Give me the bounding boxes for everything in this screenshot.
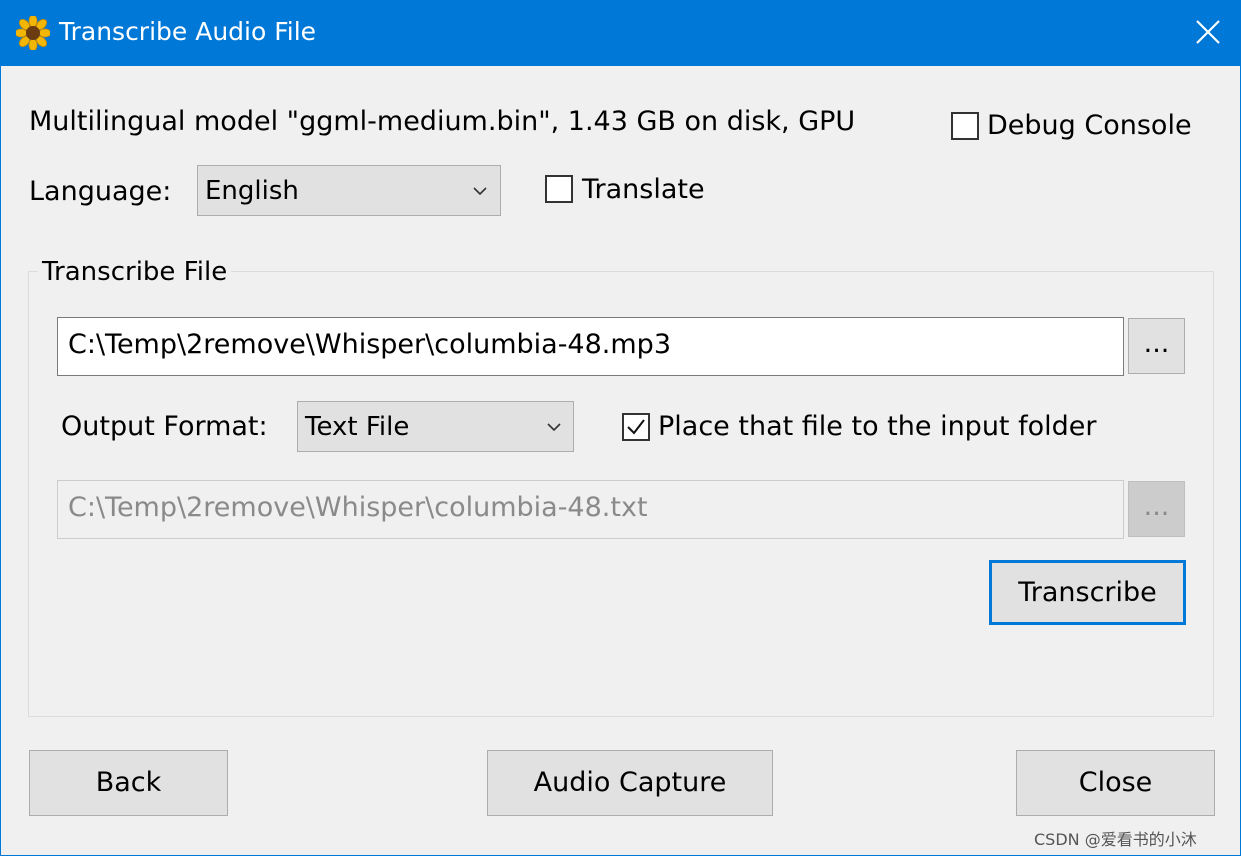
close-icon[interactable]	[1190, 14, 1226, 50]
checkmark-icon	[627, 419, 645, 435]
translate-checkbox[interactable]	[545, 175, 573, 203]
browse-input-button[interactable]: ...	[1128, 318, 1185, 374]
debug-console-label[interactable]: Debug Console	[987, 110, 1192, 141]
translate-label[interactable]: Translate	[582, 174, 705, 205]
close-button[interactable]: Close	[1016, 750, 1215, 816]
browse-output-button: ...	[1128, 481, 1185, 537]
model-info-label: Multilingual model "ggml-medium.bin", 1.…	[29, 106, 856, 137]
debug-console-checkbox[interactable]	[951, 112, 979, 140]
output-format-label: Output Format:	[61, 411, 268, 442]
chevron-down-icon	[547, 423, 561, 432]
browse-output-label: ...	[1143, 491, 1170, 522]
window-title: Transcribe Audio File	[59, 17, 317, 46]
output-format-select[interactable]: Text File	[297, 401, 574, 452]
back-button[interactable]: Back	[29, 750, 228, 816]
watermark-text: CSDN @爱看书的小沐	[1034, 830, 1197, 849]
input-file-path-field[interactable]: C:\Temp\2remove\Whisper\columbia-48.mp3	[57, 317, 1124, 376]
place-in-input-folder-checkbox[interactable]	[622, 413, 650, 441]
output-file-path-field: C:\Temp\2remove\Whisper\columbia-48.txt	[57, 480, 1124, 539]
language-select-value: English	[205, 176, 299, 206]
transcribe-file-group-title: Transcribe File	[38, 257, 232, 287]
back-button-label: Back	[95, 767, 162, 798]
audio-capture-button-label: Audio Capture	[533, 767, 727, 798]
chevron-down-icon	[473, 187, 487, 196]
language-select[interactable]: English	[197, 165, 501, 216]
place-in-input-folder-label[interactable]: Place that file to the input folder	[658, 411, 1096, 442]
transcribe-button[interactable]: Transcribe	[989, 560, 1186, 625]
title-bar[interactable]: Transcribe Audio File	[0, 0, 1241, 66]
output-format-select-value: Text File	[305, 412, 410, 442]
transcribe-button-label: Transcribe	[1018, 577, 1157, 608]
language-label: Language:	[29, 176, 172, 207]
audio-capture-button[interactable]: Audio Capture	[487, 750, 773, 816]
browse-input-label: ...	[1143, 328, 1170, 359]
close-button-label: Close	[1078, 767, 1153, 798]
sunflower-icon	[14, 14, 52, 52]
